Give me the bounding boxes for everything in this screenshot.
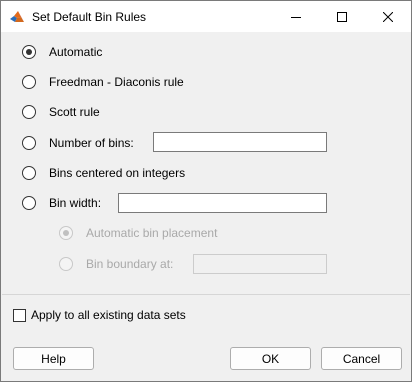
radio-number-of-bins[interactable] xyxy=(22,136,36,150)
option-freedman-label: Freedman - Diaconis rule xyxy=(49,75,184,89)
radio-freedman-diaconis[interactable] xyxy=(22,75,36,89)
radio-bin-width[interactable] xyxy=(22,196,36,210)
option-number-of-bins[interactable]: Number of bins: xyxy=(22,135,134,151)
separator xyxy=(2,294,410,295)
option-automatic[interactable]: Automatic xyxy=(22,44,102,60)
apply-to-all-label: Apply to all existing data sets xyxy=(31,308,186,322)
apply-to-all-checkbox[interactable] xyxy=(13,308,26,322)
option-freedman-diaconis[interactable]: Freedman - Diaconis rule xyxy=(22,74,184,90)
option-scott-label: Scott rule xyxy=(49,105,100,119)
maximize-icon xyxy=(337,11,347,22)
minimize-icon xyxy=(291,12,301,22)
radio-bin-boundary xyxy=(59,257,73,271)
title-bar[interactable]: Set Default Bin Rules xyxy=(1,1,411,32)
window-title: Set Default Bin Rules xyxy=(32,10,147,24)
matlab-icon xyxy=(9,9,25,25)
bin-boundary-input xyxy=(193,254,327,274)
close-button[interactable] xyxy=(365,1,411,32)
option-bin-boundary: Bin boundary at: xyxy=(59,256,173,272)
automatic-bin-placement-label: Automatic bin placement xyxy=(86,226,218,240)
option-bins-centered-on-integers[interactable]: Bins centered on integers xyxy=(22,165,185,181)
minimize-button[interactable] xyxy=(273,1,319,32)
radio-automatic-bin-placement xyxy=(59,226,73,240)
option-automatic-bin-placement: Automatic bin placement xyxy=(59,225,217,241)
option-number-of-bins-label: Number of bins: xyxy=(49,136,134,150)
option-automatic-label: Automatic xyxy=(49,45,103,59)
radio-scott[interactable] xyxy=(22,105,36,119)
cancel-button[interactable]: Cancel xyxy=(321,347,402,370)
number-of-bins-input[interactable] xyxy=(153,132,327,152)
bin-width-input[interactable] xyxy=(118,193,327,213)
option-integers-label: Bins centered on integers xyxy=(49,166,186,180)
radio-automatic[interactable] xyxy=(22,45,36,59)
maximize-button[interactable] xyxy=(319,1,365,32)
dialog-window: Set Default Bin Rules Automatic Freedman… xyxy=(0,0,412,382)
option-bin-width[interactable]: Bin width: xyxy=(22,195,101,211)
option-bin-width-label: Bin width: xyxy=(49,196,102,210)
dialog-content: Automatic Freedman - Diaconis rule Scott… xyxy=(1,32,411,381)
apply-to-all-option[interactable]: Apply to all existing data sets xyxy=(13,308,186,322)
ok-button[interactable]: OK xyxy=(230,347,311,370)
close-icon xyxy=(383,11,393,22)
option-scott[interactable]: Scott rule xyxy=(22,104,100,120)
help-button[interactable]: Help xyxy=(13,347,94,370)
radio-bins-centered-on-integers[interactable] xyxy=(22,166,36,180)
bin-boundary-label: Bin boundary at: xyxy=(86,257,174,271)
